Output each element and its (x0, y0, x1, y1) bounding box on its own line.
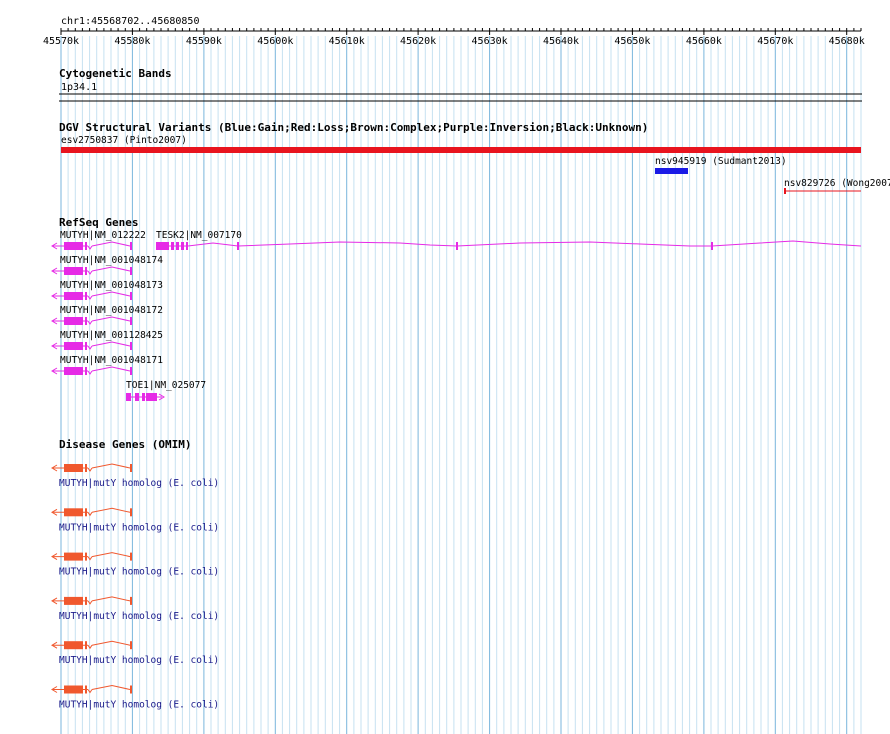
gene-model (51, 341, 132, 350)
transcript-label: MUTYH|NM_001048171 (60, 355, 163, 366)
dgv-variant-label: nsv945919 (Sudmant2013) (655, 156, 787, 167)
transcript-label: TOE1|NM_025077 (126, 380, 206, 391)
transcript-label: MUTYH|NM_012222 (60, 230, 146, 241)
omim-gene-label: MUTYH|mutY homolog (E. coli) (59, 478, 219, 489)
omim-gene-label: MUTYH|mutY homolog (E. coli) (59, 700, 219, 711)
transcript-label: TESK2|NM_007170 (156, 230, 242, 241)
ruler-tick-label: 45630k (472, 36, 508, 47)
gene-model (156, 240, 862, 250)
transcript-label: MUTYH|NM_001048174 (60, 255, 163, 266)
gene-model (51, 316, 132, 325)
omim-gene-feature[interactable]: MUTYH|mutY homolog (E. coli) (51, 596, 219, 622)
transcript-label: MUTYH|NM_001048173 (60, 280, 163, 291)
dgv-track[interactable]: DGV Structural Variants (Blue:Gain;Red:L… (59, 121, 890, 194)
transcript-label: MUTYH|NM_001048172 (60, 305, 163, 316)
region-label: chr1:45568702..45680850 (61, 16, 199, 27)
gene-model (126, 393, 165, 401)
ruler-tick-label: 45660k (686, 36, 722, 47)
transcript-tesk2-nm-007170[interactable]: TESK2|NM_007170 (156, 230, 862, 250)
omim-gene-feature[interactable]: MUTYH|mutY homolog (E. coli) (51, 463, 219, 489)
omim-gene-label: MUTYH|mutY homolog (E. coli) (59, 567, 219, 578)
cytoband-track-title: Cytogenetic Bands (59, 67, 172, 80)
ruler-tick-label: 45570k (43, 36, 79, 47)
ruler-tick-label: 45680k (829, 36, 865, 47)
omim-gene-feature[interactable]: MUTYH|mutY homolog (E. coli) (51, 507, 219, 533)
genome-browser-view: chr1:45568702..45680850 45570k 45580k 4559… (43, 16, 890, 734)
transcript-toe1-nm-025077[interactable]: TOE1|NM_025077 (126, 380, 206, 401)
dgv-variant-feature[interactable] (655, 168, 688, 174)
omim-gene-feature[interactable]: MUTYH|mutY homolog (E. coli) (51, 640, 219, 666)
dgv-track-title: DGV Structural Variants (Blue:Gain;Red:L… (59, 121, 648, 134)
omim-gene-label: MUTYH|mutY homolog (E. coli) (59, 611, 219, 622)
cytoband-label: 1p34.1 (61, 82, 97, 93)
gene-model (51, 241, 132, 250)
omim-gene-list: MUTYH|mutY homolog (E. coli) MUTYH|mutY h… (51, 463, 219, 711)
transcript-mutyh-nm-012222[interactable]: MUTYH|NM_012222 (51, 230, 146, 250)
ruler-tick-label: 45600k (257, 36, 293, 47)
omim-gene-feature[interactable]: MUTYH|mutY homolog (E. coli) (51, 684, 219, 711)
ruler-tick-label: 45620k (400, 36, 436, 47)
refseq-track-title: RefSeq Genes (59, 216, 138, 229)
ruler-tick-label: 45650k (614, 36, 650, 47)
ruler-tick-label: 45670k (757, 36, 793, 47)
omim-gene-label: MUTYH|mutY homolog (E. coli) (59, 522, 219, 533)
ruler-tick-label: 45580k (114, 36, 150, 47)
ruler-tick-label: 45640k (543, 36, 579, 47)
transcript-label: MUTYH|NM_001128425 (60, 330, 163, 341)
gene-model (51, 366, 132, 375)
omim-gene-label: MUTYH|mutY homolog (E. coli) (59, 655, 219, 666)
gene-model (51, 266, 132, 275)
ruler-tick-label: 45590k (186, 36, 222, 47)
omim-track[interactable]: Disease Genes (OMIM) MUTYH|mutY homolog … (51, 438, 219, 711)
omim-track-title: Disease Genes (OMIM) (59, 438, 191, 451)
gene-model (51, 291, 132, 300)
dgv-variant-label: nsv829726 (Wong2007) (784, 178, 890, 189)
dgv-variant-feature[interactable] (61, 147, 861, 153)
ruler-tick-label: 45610k (329, 36, 365, 47)
omim-gene-feature[interactable]: MUTYH|mutY homolog (E. coli) (51, 552, 219, 578)
dgv-variant-label: esv2750837 (Pinto2007) (61, 135, 187, 146)
